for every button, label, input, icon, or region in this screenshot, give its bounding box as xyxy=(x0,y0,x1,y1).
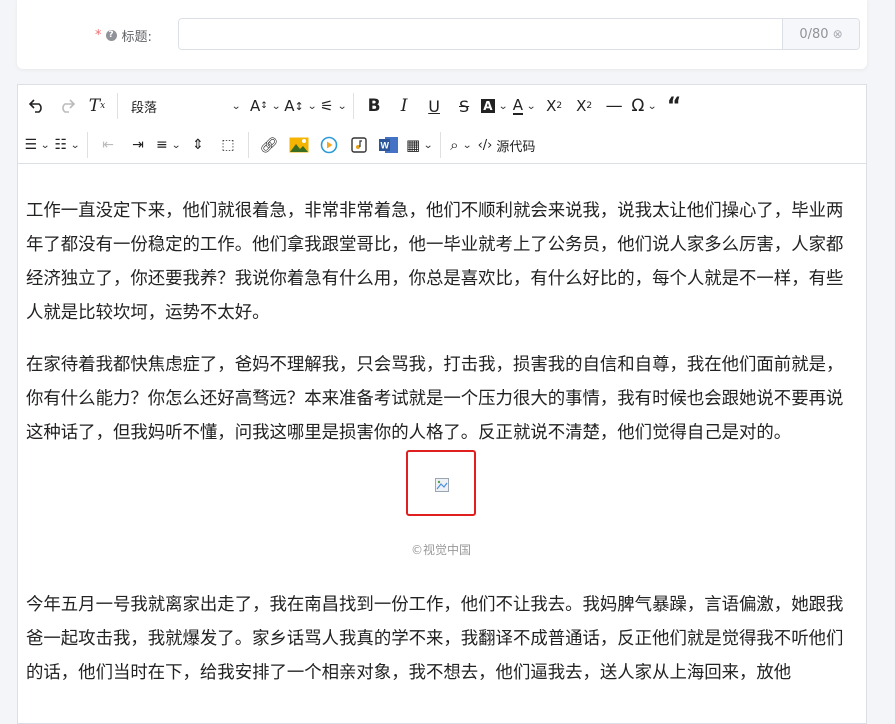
line-break-icon[interactable]: ⇕ xyxy=(183,130,213,160)
background-color-icon[interactable]: A ⌄ xyxy=(479,91,509,121)
toolbar-divider xyxy=(353,93,355,119)
line-height-icon[interactable]: A ↕ ⌄ xyxy=(282,91,318,121)
italic-icon[interactable]: I xyxy=(389,91,419,121)
code-icon: ‹/› xyxy=(477,137,493,153)
toolbar-divider xyxy=(248,132,249,158)
word-import-icon[interactable]: W xyxy=(374,130,404,160)
paragraph-3: 今年五月一号我就离家出走了，我在南昌找到一份工作，他们不让我去。我妈脾气暴躁，言… xyxy=(26,595,844,683)
toolbar-row-1: Tx 段落 ⌄ A ↕ ⌄ A ↕ ⌄ ⚟ ⌄ B I U S A ⌄ A ⌄ X2 X2 —… xyxy=(22,87,689,125)
title-input[interactable] xyxy=(179,19,782,49)
font-size-icon[interactable]: A ↕ ⌄ xyxy=(248,91,282,121)
horizontal-rule-icon[interactable]: — xyxy=(599,91,629,121)
strikethrough-icon[interactable]: S xyxy=(449,91,479,121)
bullet-list-icon[interactable]: ☰ ⌄ xyxy=(22,130,52,160)
title-label-group: * ? 标题: xyxy=(95,25,152,45)
subscript-icon[interactable]: X2 xyxy=(569,91,599,121)
special-char-icon[interactable]: Ω ⌄ xyxy=(629,91,659,121)
paragraph-1: 工作一直没定下来，他们就很着急，非常非常着急，他们不顺利就会来说我，说我太让他们… xyxy=(26,201,844,323)
rich-text-editor: Tx 段落 ⌄ A ↕ ⌄ A ↕ ⌄ ⚟ ⌄ B I U S A ⌄ A ⌄ X2 X2 —… xyxy=(17,84,867,724)
paragraph-select-label: 段落 xyxy=(131,100,158,116)
redo-icon[interactable] xyxy=(52,91,82,121)
image-figure: ©视觉中国 xyxy=(26,450,856,558)
help-icon[interactable]: ? xyxy=(105,29,117,41)
search-replace-icon[interactable]: ⌕ ⌄ xyxy=(446,130,476,160)
numbered-list-icon[interactable]: ☷ ⌄ xyxy=(52,130,82,160)
toolbar-row-2: ☰ ⌄ ☷ ⌄ ⇤ ⇥ ≡ ⌄ ⇕ ⬚ 🔗︎ W ▦ ⌄ ⌕ ⌄ ‹/› 源代码 xyxy=(22,126,537,164)
magic-wand-icon[interactable]: ⚟ ⌄ xyxy=(318,91,348,121)
source-code-label: 源代码 xyxy=(496,139,536,155)
title-input-wrapper: 0/80 ⊗ xyxy=(178,18,860,50)
toolbar-divider xyxy=(439,132,441,158)
underline-icon[interactable]: U xyxy=(419,91,449,121)
broken-image-icon xyxy=(435,478,449,492)
svg-text:W: W xyxy=(381,141,390,151)
video-icon[interactable] xyxy=(314,130,344,160)
paragraph-2: 在家待着我都快焦虑症了，爸妈不理解我，只会骂我，打击我，损害我的自信和自尊，我在… xyxy=(26,355,844,443)
title-card: * ? 标题: 0/80 ⊗ xyxy=(17,0,867,69)
bold-icon[interactable]: B xyxy=(359,91,389,121)
indent-icon[interactable]: ⇥ xyxy=(123,130,153,160)
counter-text: 0/80 xyxy=(799,26,829,42)
align-icon[interactable]: ≡ ⌄ xyxy=(153,130,183,160)
image-caption: ©视觉中国 xyxy=(410,543,471,557)
selected-image[interactable] xyxy=(406,450,476,516)
editor-content[interactable]: 工作一直没定下来，他们就很着急，非常非常着急，他们不顺利就会来说我，说我太让他们… xyxy=(18,164,866,724)
required-mark: * xyxy=(95,27,102,43)
superscript-icon[interactable]: X2 xyxy=(539,91,569,121)
editor-toolbar: Tx 段落 ⌄ A ↕ ⌄ A ↕ ⌄ ⚟ ⌄ B I U S A ⌄ A ⌄ X2 X2 —… xyxy=(18,85,866,164)
source-code-button[interactable]: ‹/› 源代码 xyxy=(476,130,538,160)
audio-icon[interactable] xyxy=(344,130,374,160)
image-icon[interactable] xyxy=(284,130,314,160)
chevron-down-icon: ⌄ xyxy=(230,100,241,112)
title-char-counter: 0/80 ⊗ xyxy=(782,19,859,49)
toolbar-divider xyxy=(87,132,88,158)
clear-format-icon[interactable]: Tx xyxy=(82,91,112,121)
toolbar-divider xyxy=(117,93,118,119)
select-all-icon[interactable]: ⬚ xyxy=(213,130,243,160)
table-icon[interactable]: ▦ ⌄ xyxy=(404,130,435,160)
outdent-icon[interactable]: ⇤ xyxy=(93,130,123,160)
blockquote-icon[interactable]: “ xyxy=(659,91,689,121)
paragraph-format-select[interactable]: 段落 ⌄ xyxy=(123,91,248,121)
undo-icon[interactable] xyxy=(22,91,52,121)
title-label: 标题: xyxy=(121,29,152,45)
font-color-icon[interactable]: A ⌄ xyxy=(509,91,539,121)
clear-icon[interactable]: ⊗ xyxy=(833,27,843,41)
link-icon[interactable]: 🔗︎ xyxy=(254,130,284,160)
